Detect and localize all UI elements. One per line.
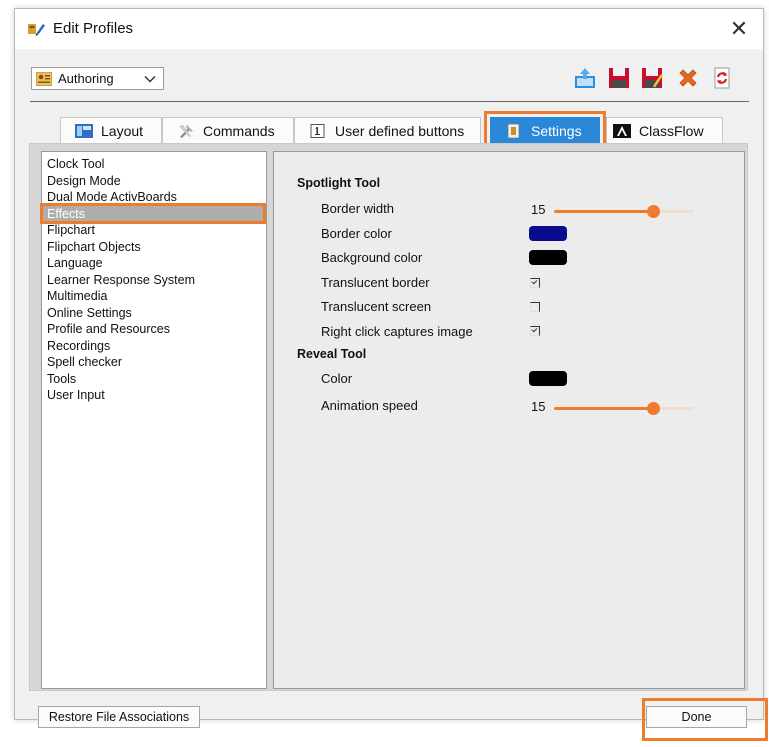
translucent-border-label: Translucent border <box>321 275 430 290</box>
border-width-slider[interactable] <box>554 205 694 218</box>
save-as-icon <box>642 68 663 88</box>
slider-thumb[interactable] <box>647 205 660 218</box>
border-width-label: Border width <box>321 201 394 216</box>
profile-icon <box>36 71 52 86</box>
delete-icon <box>679 69 697 87</box>
toolbar-divider <box>30 101 749 102</box>
list-item[interactable]: User Input <box>42 387 266 404</box>
list-item[interactable]: Flipchart Objects <box>42 239 266 256</box>
export-button[interactable] <box>571 64 599 92</box>
profile-dropdown[interactable]: Authoring <box>31 67 164 90</box>
translucent-border-checkbox[interactable] <box>530 278 540 288</box>
layout-icon <box>75 123 93 138</box>
right-click-captures-label: Right click captures image <box>321 324 473 339</box>
list-item[interactable]: Online Settings <box>42 305 266 322</box>
list-item[interactable]: Profile and Resources <box>42 321 266 338</box>
tab-classflow[interactable]: ClassFlow <box>606 117 723 143</box>
tab-label: Commands <box>203 122 275 139</box>
window-title: Edit Profiles <box>53 20 134 37</box>
border-color-label: Border color <box>321 226 392 241</box>
slider-track <box>554 210 654 213</box>
animation-speed-slider[interactable] <box>554 402 694 415</box>
list-item[interactable]: Design Mode <box>42 173 266 190</box>
list-item[interactable]: Multimedia <box>42 288 266 305</box>
chevron-down-icon <box>144 75 156 83</box>
classflow-logo-icon <box>613 123 631 138</box>
right-click-captures-checkbox[interactable] <box>530 326 540 336</box>
background-color-label: Background color <box>321 250 423 265</box>
close-icon[interactable]: ✕ <box>725 15 753 43</box>
profile-dropdown-value: Authoring <box>58 71 114 86</box>
category-highlight <box>40 203 266 224</box>
list-item[interactable]: Language <box>42 255 266 272</box>
reveal-color-label: Color <box>321 371 353 386</box>
reveal-heading: Reveal Tool <box>297 347 367 361</box>
done-highlight <box>642 698 768 741</box>
tab-label: ClassFlow <box>639 122 704 139</box>
list-item[interactable]: Spell checker <box>42 354 266 371</box>
user-button-icon <box>310 123 325 138</box>
list-item[interactable]: Learner Response System <box>42 272 266 289</box>
spotlight-heading: Spotlight Tool <box>297 176 381 190</box>
translucent-screen-checkbox[interactable] <box>530 302 540 312</box>
slider-track <box>554 407 654 410</box>
export-icon <box>575 68 595 88</box>
border-color-swatch[interactable] <box>529 226 567 241</box>
list-item[interactable]: Clock Tool <box>42 156 266 173</box>
save-as-button[interactable] <box>638 64 666 92</box>
refresh-button[interactable] <box>708 64 736 92</box>
app-icon <box>28 24 45 36</box>
tab-highlight <box>484 111 606 147</box>
tools-icon <box>179 124 193 138</box>
title-bar: Edit Profiles ✕ <box>15 9 763 49</box>
delete-button[interactable] <box>674 64 702 92</box>
list-item[interactable]: Tools <box>42 371 266 388</box>
refresh-icon <box>714 67 730 89</box>
border-width-value: 15 <box>531 202 546 217</box>
tab-label: User defined buttons <box>335 122 465 139</box>
list-item[interactable]: Flipchart <box>42 222 266 239</box>
settings-panel: Spotlight Tool Border width 15 Border co… <box>273 151 745 689</box>
restore-file-associations-button[interactable]: Restore File Associations <box>38 706 200 728</box>
list-item[interactable]: Recordings <box>42 338 266 355</box>
edit-profiles-window: Edit Profiles ✕ Authoring Layout Command… <box>14 8 768 741</box>
animation-speed-value: 15 <box>531 399 546 414</box>
tab-layout[interactable]: Layout <box>60 117 162 143</box>
category-list[interactable]: Clock Tool Design Mode Dual Mode ActivBoar… <box>41 151 267 689</box>
background-color-swatch[interactable] <box>529 250 567 265</box>
reveal-color-swatch[interactable] <box>529 371 567 386</box>
tab-user-defined-buttons[interactable]: User defined buttons <box>294 117 481 143</box>
save-button[interactable] <box>605 64 633 92</box>
checkmark-icon <box>531 278 538 285</box>
checkmark-icon <box>531 326 538 333</box>
save-icon <box>609 68 629 88</box>
animation-speed-label: Animation speed <box>321 398 418 413</box>
slider-thumb[interactable] <box>647 402 660 415</box>
tab-label: Layout <box>101 122 144 139</box>
translucent-screen-label: Translucent screen <box>321 299 432 314</box>
tab-commands[interactable]: Commands <box>162 117 294 143</box>
